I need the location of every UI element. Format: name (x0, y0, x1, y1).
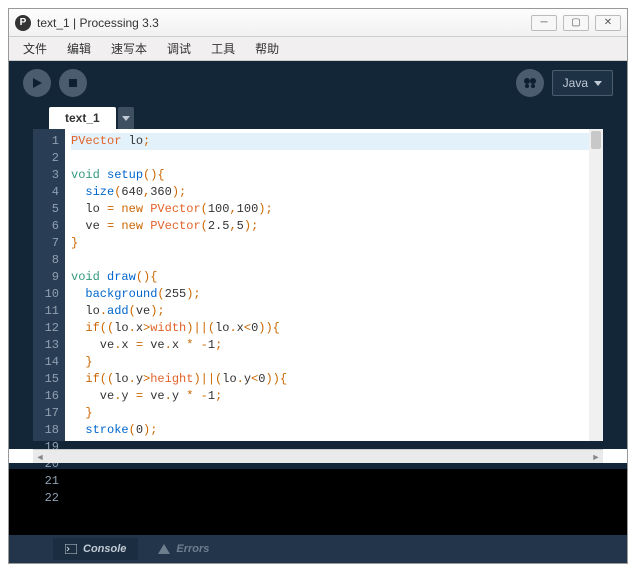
tab-dropdown[interactable] (118, 107, 134, 129)
app-window: P text_1 | Processing 3.3 ─ ▢ ✕ 文件编辑速写本调… (8, 8, 628, 564)
bottom-bar: Console Errors (9, 535, 627, 563)
mode-label: Java (563, 76, 588, 90)
vertical-scrollbar[interactable] (589, 129, 603, 441)
menubar: 文件编辑速写本调试工具帮助 (9, 37, 627, 61)
window-controls: ─ ▢ ✕ (531, 15, 621, 31)
chevron-down-icon (594, 81, 602, 86)
menu-item[interactable]: 编辑 (57, 40, 101, 57)
menu-item[interactable]: 帮助 (245, 40, 289, 57)
code-editor[interactable]: 12345678910111213141516171819202122 PVec… (33, 129, 603, 441)
horizontal-scrollbar[interactable]: ◄ ► (33, 449, 603, 463)
app-icon: P (15, 15, 31, 31)
stop-icon (67, 77, 79, 89)
scroll-left-arrow[interactable]: ◄ (33, 450, 47, 464)
chevron-down-icon (122, 116, 130, 121)
console-tab-label: Console (83, 543, 126, 555)
scroll-right-arrow[interactable]: ► (589, 450, 603, 464)
toolbar: Java (9, 61, 627, 105)
window-title: text_1 | Processing 3.3 (37, 16, 531, 30)
console-tab[interactable]: Console (53, 538, 138, 560)
debug-button[interactable] (516, 69, 544, 97)
close-button[interactable]: ✕ (595, 15, 621, 31)
warning-icon (158, 544, 170, 554)
stop-button[interactable] (59, 69, 87, 97)
menu-item[interactable]: 工具 (201, 40, 245, 57)
butterfly-icon (523, 76, 537, 90)
mode-selector[interactable]: Java (552, 70, 613, 96)
minimize-button[interactable]: ─ (531, 15, 557, 31)
play-icon (31, 77, 43, 89)
code-area[interactable]: PVector lo;PVector ve; void setup(){ siz… (65, 129, 603, 441)
menu-item[interactable]: 文件 (13, 40, 57, 57)
errors-tab[interactable]: Errors (146, 538, 221, 560)
menu-item[interactable]: 速写本 (101, 40, 157, 57)
line-number-gutter: 12345678910111213141516171819202122 (33, 129, 65, 441)
console-icon (65, 544, 77, 554)
maximize-button[interactable]: ▢ (563, 15, 589, 31)
menu-item[interactable]: 调试 (157, 40, 201, 57)
errors-tab-label: Errors (176, 543, 209, 555)
tab-active[interactable]: text_1 (49, 107, 116, 129)
console-output[interactable] (9, 469, 627, 535)
editor-container: 12345678910111213141516171819202122 PVec… (9, 129, 627, 449)
scrollbar-thumb[interactable] (591, 131, 601, 149)
titlebar: P text_1 | Processing 3.3 ─ ▢ ✕ (9, 9, 627, 37)
tab-bar: text_1 (9, 105, 627, 129)
run-button[interactable] (23, 69, 51, 97)
